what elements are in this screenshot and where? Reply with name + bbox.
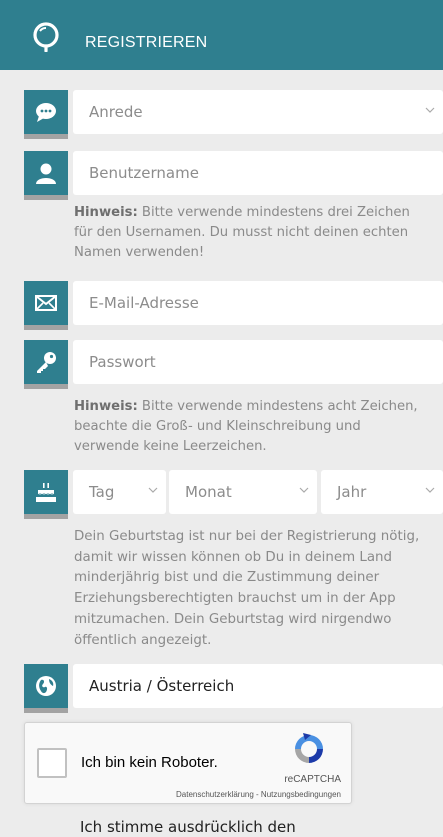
consent-text: Ich stimme ausdrücklich den: [80, 818, 296, 836]
username-placeholder: Benutzername: [89, 164, 199, 182]
email-placeholder: E-Mail-Adresse: [89, 294, 199, 312]
page-title: REGISTRIEREN: [85, 34, 208, 51]
birthday-day-select[interactable]: Tag: [73, 470, 166, 514]
location-pin-icon: [33, 22, 59, 52]
salutation-icon-box: [24, 90, 68, 139]
recaptcha-checkbox[interactable]: [37, 748, 67, 778]
user-icon: [36, 163, 56, 184]
salutation-placeholder: Anrede: [89, 103, 143, 121]
chevron-down-icon: [299, 487, 309, 493]
country-select[interactable]: Austria / Österreich: [73, 664, 443, 708]
birthday-year-select[interactable]: Jahr: [321, 470, 443, 514]
key-icon: [37, 352, 56, 373]
chevron-down-icon: [425, 107, 435, 113]
recaptcha-links[interactable]: Datenschutzerklärung - Nutzungsbedingung…: [176, 790, 341, 799]
chevron-down-icon: [425, 487, 435, 493]
password-placeholder: Passwort: [89, 353, 156, 371]
birthday-hint: Dein Geburtstag ist nur bei der Registri…: [74, 529, 420, 648]
country-icon-box: [24, 664, 68, 713]
speech-bubble-icon: [36, 103, 56, 122]
envelope-icon: [35, 295, 57, 311]
month-placeholder: Monat: [185, 483, 232, 501]
recaptcha-logo-icon: [295, 733, 323, 763]
username-field[interactable]: Benutzername: [73, 151, 443, 195]
password-field[interactable]: Passwort: [73, 340, 443, 384]
password-hint: Hinweis: Bitte verwende mindestens acht …: [74, 399, 418, 454]
password-icon-box: [24, 340, 68, 389]
day-placeholder: Tag: [89, 483, 115, 501]
recaptcha-brand: reCAPTCHA: [284, 774, 341, 785]
country-value: Austria / Österreich: [89, 677, 235, 695]
year-placeholder: Jahr: [337, 483, 367, 501]
username-icon-box: [24, 151, 68, 200]
chevron-down-icon: [148, 487, 158, 493]
birthday-month-select[interactable]: Monat: [169, 470, 317, 514]
email-field[interactable]: E-Mail-Adresse: [73, 281, 443, 325]
globe-icon: [36, 676, 56, 696]
app-header: REGISTRIEREN: [0, 0, 443, 70]
salutation-select[interactable]: Anrede: [73, 90, 443, 134]
email-icon-box: [24, 281, 68, 330]
birthday-cake-icon: [36, 483, 56, 502]
username-hint: Hinweis: Bitte verwende mindestens drei …: [74, 205, 410, 260]
recaptcha-widget: Ich bin kein Roboter. reCAPTCHA Datensch…: [24, 722, 352, 804]
recaptcha-label: Ich bin kein Roboter.: [81, 754, 218, 771]
birthday-icon-box: [24, 470, 68, 519]
